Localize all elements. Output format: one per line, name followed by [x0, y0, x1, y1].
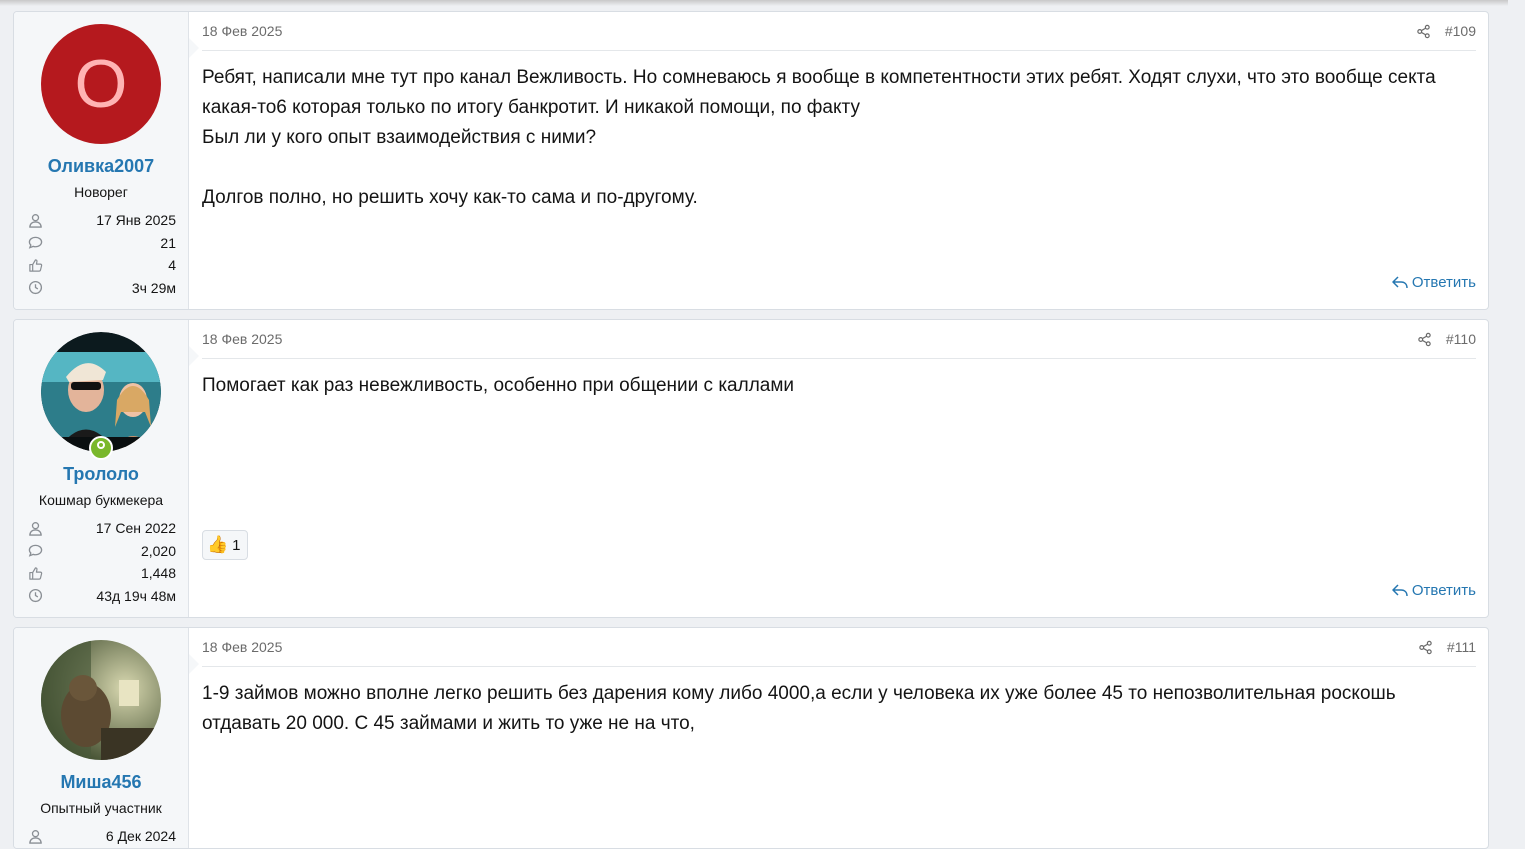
- post-body: Ребят, написали мне тут про канал Вежлив…: [202, 67, 1436, 208]
- clock-icon: [28, 589, 43, 603]
- share-icon[interactable]: [1418, 640, 1433, 655]
- stat-joined-value: 6 Дек 2024: [105, 828, 176, 845]
- stat-joined: 17 Сен 2022: [28, 517, 176, 540]
- post-header: 18 Фев 2025 #111: [202, 628, 1476, 667]
- post-109: О Оливка2007 Новорег 17 Янв 2025 21 4 3ч…: [13, 11, 1489, 310]
- share-icon[interactable]: [1416, 24, 1431, 39]
- avatar-photo: [41, 640, 161, 760]
- thumbs-up-icon: [29, 259, 43, 272]
- reply-icon: [1392, 276, 1408, 289]
- username-link[interactable]: Миша456: [14, 772, 188, 793]
- stat-messages-value: 21: [160, 234, 176, 251]
- reaction-count: 1: [232, 536, 241, 554]
- thumbs-up-emoji-icon: 👍: [207, 535, 229, 554]
- stat-joined: 17 Янв 2025: [28, 209, 176, 232]
- user-icon: [29, 829, 42, 844]
- user-icon: [29, 521, 42, 536]
- user-icon: [29, 213, 42, 228]
- stat-joined: 6 Дек 2024: [28, 825, 176, 848]
- post-date[interactable]: 18 Фев 2025: [202, 23, 282, 39]
- stat-reactions-value: 4: [168, 257, 176, 274]
- clock-icon: [28, 281, 43, 295]
- post-date[interactable]: 18 Фев 2025: [202, 639, 282, 655]
- stat-messages: 21: [28, 232, 176, 255]
- stat-time-value: 3ч 29м: [131, 279, 176, 296]
- post-date[interactable]: 18 Фев 2025: [202, 331, 282, 347]
- post-main: 18 Фев 2025 #109 Ребят, написали мне тут…: [189, 12, 1488, 309]
- post-body: 1-9 займов можно вполне легко решить без…: [202, 683, 1396, 734]
- reply-icon: [1392, 584, 1408, 597]
- avatar[interactable]: О: [41, 24, 161, 144]
- avatar[interactable]: [41, 640, 161, 760]
- user-title: Кошмар букмекера: [38, 492, 164, 508]
- stat-joined-value: 17 Янв 2025: [96, 212, 176, 229]
- post-111: Миша456 Опытный участник 6 Дек 2024 18 Ф…: [13, 627, 1489, 849]
- post-main: 18 Фев 2025 #110 Помогает как раз невежл…: [189, 320, 1488, 617]
- avatar[interactable]: [41, 332, 161, 460]
- stat-time: 43д 19ч 48м: [28, 585, 176, 608]
- stat-messages: 2,020: [28, 540, 176, 563]
- stat-reactions-value: 1,448: [140, 565, 176, 582]
- user-title: Новорег: [74, 184, 128, 200]
- user-stats: 17 Янв 2025 21 4 3ч 29м: [28, 209, 176, 299]
- post-header-actions: #111: [1418, 639, 1476, 655]
- post-header-actions: #110: [1417, 331, 1476, 347]
- top-scroll-shadow: [0, 0, 1508, 6]
- post-110: Трололо Кошмар букмекера 17 Сен 2022 2,0…: [13, 319, 1489, 618]
- comment-icon: [28, 544, 43, 558]
- username-link[interactable]: Трололо: [14, 464, 188, 485]
- post-body: Помогает как раз невежливость, особенно …: [202, 375, 795, 396]
- thumbs-up-icon: [29, 567, 43, 580]
- reply-button[interactable]: Ответить: [1391, 274, 1476, 291]
- stat-time-value: 43д 19ч 48м: [96, 587, 176, 604]
- post-number[interactable]: #110: [1446, 331, 1476, 347]
- avatar-letter: О: [74, 46, 128, 122]
- user-title: Опытный участник: [40, 800, 162, 816]
- post-header-actions: #109: [1416, 23, 1476, 39]
- post-number[interactable]: #109: [1445, 23, 1476, 39]
- comment-icon: [28, 236, 43, 250]
- user-cell: Миша456 Опытный участник 6 Дек 2024: [14, 628, 199, 848]
- post-header: 18 Фев 2025 #109: [202, 12, 1476, 51]
- stat-joined-value: 17 Сен 2022: [95, 520, 176, 537]
- user-cell: Трололо Кошмар букмекера 17 Сен 2022 2,0…: [14, 320, 199, 617]
- stat-reactions: 1,448: [28, 562, 176, 585]
- online-status-icon: [89, 436, 113, 460]
- post-header: 18 Фев 2025 #110: [202, 320, 1476, 359]
- share-icon[interactable]: [1417, 332, 1432, 347]
- username-link[interactable]: Оливка2007: [14, 156, 188, 177]
- post-main: 18 Фев 2025 #111 1-9 займов можно вполне…: [189, 628, 1488, 848]
- reply-label: Ответить: [1411, 274, 1476, 291]
- stat-time: 3ч 29м: [28, 277, 176, 300]
- avatar-photo: [41, 332, 161, 452]
- user-cell: О Оливка2007 Новорег 17 Янв 2025 21 4 3ч…: [14, 12, 199, 309]
- reply-button[interactable]: Ответить: [1391, 582, 1476, 599]
- user-stats: 6 Дек 2024: [28, 825, 176, 848]
- stat-reactions: 4: [28, 254, 176, 277]
- reaction-summary[interactable]: 👍 1: [202, 530, 248, 560]
- user-stats: 17 Сен 2022 2,020 1,448 43д 19ч 48м: [28, 517, 176, 607]
- reply-label: Ответить: [1411, 582, 1476, 599]
- post-number[interactable]: #111: [1447, 639, 1476, 655]
- stat-messages-value: 2,020: [140, 542, 176, 559]
